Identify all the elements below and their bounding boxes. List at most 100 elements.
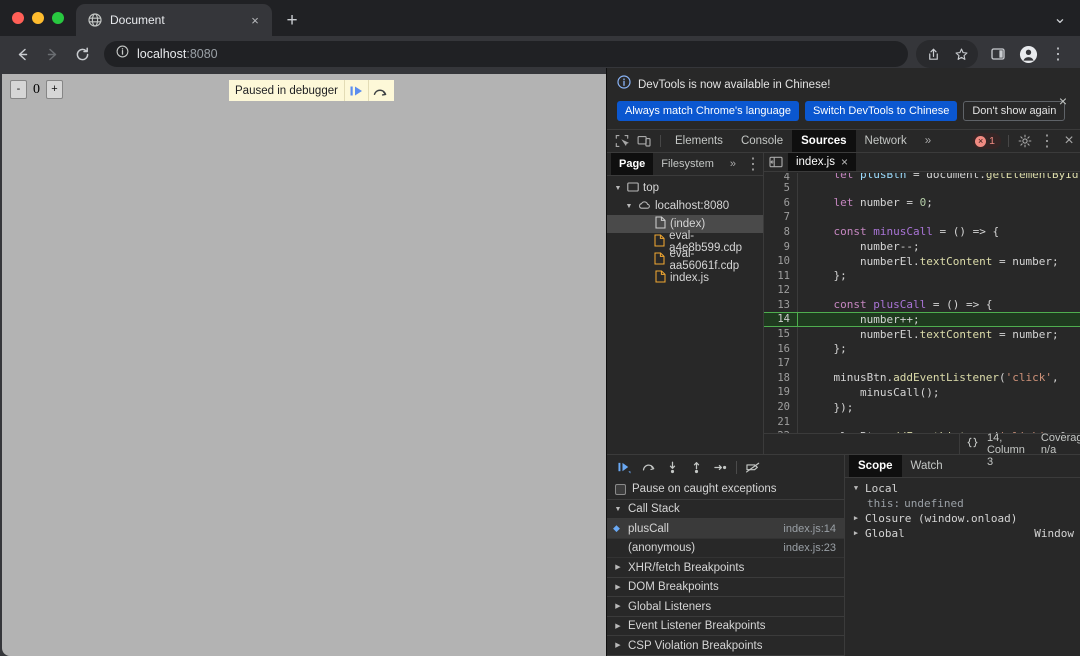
minus-button[interactable]: - bbox=[10, 80, 27, 99]
line-number[interactable]: 16 bbox=[764, 341, 798, 356]
pause-on-caught-exceptions-row[interactable]: Pause on caught exceptions bbox=[607, 479, 844, 500]
scope-row-local[interactable]: ▼ Local bbox=[845, 481, 1080, 496]
code-line[interactable]: 18 minusBtn.addEventListener('click', bbox=[764, 370, 1080, 386]
resume-button[interactable] bbox=[613, 456, 635, 478]
close-notice-icon[interactable]: × bbox=[1054, 92, 1072, 110]
chevron-down-icon[interactable]: ⌄ bbox=[1046, 0, 1074, 36]
code-line[interactable]: 4 let plusBtn = document.getElementById( bbox=[764, 172, 1080, 181]
always-match-language-button[interactable]: Always match Chrome's language bbox=[617, 101, 799, 121]
editor-tab-index-js[interactable]: index.js × bbox=[787, 153, 856, 171]
navigator-tab-filesystem[interactable]: Filesystem bbox=[653, 153, 722, 175]
banner-step-over-button[interactable] bbox=[367, 80, 392, 101]
line-number[interactable]: 18 bbox=[764, 370, 798, 386]
line-number[interactable]: 21 bbox=[764, 414, 798, 429]
chevron-down-icon[interactable]: ▼ bbox=[624, 203, 634, 210]
close-devtools-icon[interactable]: × bbox=[1058, 130, 1080, 152]
line-number[interactable]: 7 bbox=[764, 210, 798, 225]
deactivate-breakpoints-button[interactable] bbox=[742, 456, 764, 478]
line-number[interactable]: 19 bbox=[764, 385, 798, 400]
pause-on-caught-checkbox[interactable] bbox=[615, 483, 626, 495]
chevron-right-icon[interactable]: ▶ bbox=[851, 514, 861, 522]
section-dom-breakpoints[interactable]: ▶ DOM Breakpoints bbox=[607, 577, 844, 598]
tab-watch[interactable]: Watch bbox=[902, 455, 952, 477]
side-panel-icon[interactable] bbox=[984, 40, 1012, 68]
share-icon[interactable] bbox=[919, 40, 947, 68]
plus-button[interactable]: + bbox=[46, 80, 63, 99]
code-line[interactable]: 20 }); bbox=[764, 399, 1080, 415]
line-number[interactable]: 15 bbox=[764, 326, 798, 342]
code-line[interactable]: 22 plusBtn.addEventListener('click', f bbox=[764, 428, 1080, 433]
profile-icon[interactable] bbox=[1014, 40, 1042, 68]
browser-menu-button[interactable]: ⋮ bbox=[1044, 40, 1072, 68]
navigator-more-tabs-button[interactable]: » bbox=[722, 153, 743, 175]
devtools-menu-button[interactable]: ⋮ bbox=[1036, 130, 1058, 152]
code-line[interactable]: 6 let number = 0; bbox=[764, 195, 1080, 211]
address-bar[interactable]: localhost:8080 bbox=[104, 41, 908, 67]
code-line[interactable]: 8 const minusCall = () => { bbox=[764, 224, 1080, 240]
tree-item-localhost[interactable]: ▼ localhost:8080 bbox=[607, 197, 763, 215]
device-toolbar-icon[interactable] bbox=[633, 130, 655, 152]
step-over-button[interactable] bbox=[637, 456, 659, 478]
code-line[interactable]: 15 numberEl.textContent = number; bbox=[764, 326, 1080, 342]
code-line[interactable]: 11 }; bbox=[764, 268, 1080, 283]
line-number[interactable]: 14 bbox=[764, 313, 798, 326]
line-number[interactable]: 20 bbox=[764, 399, 798, 415]
scope-row-global[interactable]: ▶ Global Window bbox=[845, 526, 1080, 541]
page-info-icon[interactable] bbox=[116, 45, 129, 63]
tree-item-eval-2[interactable]: ▼ eval-aa56061f.cdp bbox=[607, 248, 763, 272]
code-line[interactable]: 21 bbox=[764, 414, 1080, 429]
call-stack-frame-anonymous[interactable]: (anonymous) index.js:23 bbox=[607, 539, 844, 559]
tab-sources[interactable]: Sources bbox=[792, 130, 856, 153]
section-xhr-fetch-breakpoints[interactable]: ▶ XHR/fetch Breakpoints bbox=[607, 558, 844, 578]
banner-resume-button[interactable] bbox=[343, 80, 368, 101]
tab-elements[interactable]: Elements bbox=[666, 130, 732, 152]
gear-icon[interactable] bbox=[1014, 130, 1036, 152]
minimize-window-button[interactable] bbox=[32, 12, 44, 24]
line-number[interactable]: 17 bbox=[764, 355, 798, 371]
browser-tab[interactable]: Document × bbox=[76, 4, 272, 36]
line-number[interactable]: 12 bbox=[764, 282, 798, 298]
code-line[interactable]: 9 number--; bbox=[764, 239, 1080, 254]
line-number[interactable]: 9 bbox=[764, 239, 798, 254]
section-csp-violation-breakpoints[interactable]: ▶ CSP Violation Breakpoints bbox=[607, 636, 844, 656]
switch-devtools-language-button[interactable]: Switch DevTools to Chinese bbox=[804, 101, 958, 121]
inspect-element-icon[interactable] bbox=[611, 130, 633, 152]
pretty-print-icon[interactable] bbox=[966, 436, 979, 452]
call-stack-frame-pluscall[interactable]: ◆ plusCall index.js:14 bbox=[607, 519, 844, 539]
code-line[interactable]: 19 minusCall(); bbox=[764, 385, 1080, 400]
new-tab-button[interactable]: + bbox=[278, 6, 306, 34]
reload-button[interactable] bbox=[68, 40, 96, 68]
close-editor-tab-button[interactable]: × bbox=[841, 156, 848, 168]
code-line[interactable]: 7 bbox=[764, 210, 1080, 225]
chevron-down-icon[interactable]: ▼ bbox=[851, 484, 861, 492]
line-number[interactable]: 6 bbox=[764, 195, 798, 211]
tree-item-top[interactable]: ▼ top bbox=[607, 179, 763, 197]
navigator-tab-page[interactable]: Page bbox=[611, 153, 654, 176]
line-number[interactable]: 8 bbox=[764, 224, 798, 240]
code-line-executing[interactable]: 14 number++; bbox=[763, 312, 1080, 327]
tab-network[interactable]: Network bbox=[856, 130, 916, 152]
star-icon[interactable] bbox=[947, 40, 975, 68]
show-navigator-icon[interactable] bbox=[764, 153, 788, 170]
line-number[interactable]: 5 bbox=[764, 180, 798, 196]
line-number[interactable]: 10 bbox=[764, 253, 798, 269]
line-number[interactable]: 22 bbox=[764, 428, 798, 433]
tab-console[interactable]: Console bbox=[732, 130, 792, 152]
code-line[interactable]: 13 const plusCall = () => { bbox=[764, 297, 1080, 313]
step-into-button[interactable] bbox=[661, 456, 683, 478]
dont-show-again-button[interactable]: Don't show again bbox=[963, 101, 1066, 121]
close-window-button[interactable] bbox=[12, 12, 24, 24]
scope-row-closure[interactable]: ▶ Closure (window.onload) bbox=[845, 511, 1080, 526]
code-line[interactable]: 10 numberEl.textContent = number; bbox=[764, 253, 1080, 269]
code-line[interactable]: 12 bbox=[764, 282, 1080, 298]
close-tab-button[interactable]: × bbox=[246, 11, 264, 29]
code-line[interactable]: 16 }; bbox=[764, 341, 1080, 356]
more-tabs-button[interactable]: » bbox=[916, 130, 939, 152]
back-button[interactable] bbox=[8, 40, 36, 68]
maximize-window-button[interactable] bbox=[52, 12, 64, 24]
navigator-menu-button[interactable]: ⋮ bbox=[743, 153, 763, 175]
line-number[interactable]: 4 bbox=[764, 172, 798, 181]
chevron-right-icon[interactable]: ▶ bbox=[851, 529, 861, 537]
step-out-button[interactable] bbox=[685, 456, 707, 478]
line-number[interactable]: 13 bbox=[764, 297, 798, 313]
